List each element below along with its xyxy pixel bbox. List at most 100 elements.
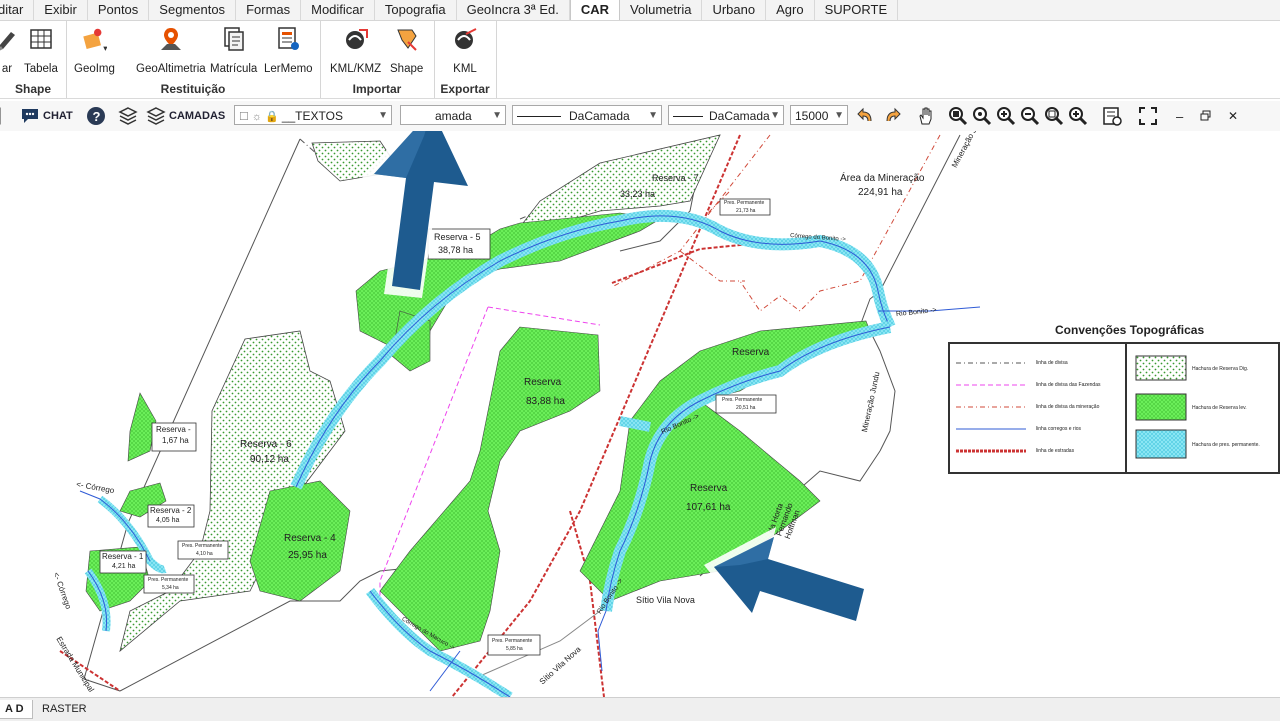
- pp-left1-ha: 4,10 ha: [196, 551, 213, 557]
- tabela-button[interactable]: Tabela: [24, 25, 58, 75]
- layer-icons: ☐ ☼ 🔒: [239, 111, 282, 123]
- memo-icon: [275, 25, 301, 53]
- reserve-right-top-label: Reserva: [732, 347, 770, 358]
- shape-export-label: ar: [1, 63, 13, 75]
- tab-editar[interactable]: ditar: [0, 0, 35, 20]
- layer-select[interactable]: ☐ ☼ 🔒 __TEXTOS ▼: [234, 105, 392, 125]
- tab-agro[interactable]: Agro: [766, 0, 815, 20]
- import-kml-button[interactable]: KML/KMZ: [330, 25, 381, 75]
- export-kml-label: KML: [453, 63, 477, 75]
- arrow-left-overlay: [704, 527, 874, 629]
- document-icon: [221, 25, 247, 53]
- color-value: amada: [435, 109, 472, 123]
- tab-raster[interactable]: RASTER: [34, 700, 95, 718]
- geoaltimetria-label: GeoAltimetria: [136, 63, 206, 75]
- tab-suporte[interactable]: SUPORTE: [815, 0, 899, 20]
- mining-line: [739, 134, 941, 312]
- shape-group-title: Shape: [14, 82, 51, 96]
- matricula-button[interactable]: Matrícula: [210, 25, 257, 75]
- legend-line-divisa: linha de divisa: [1036, 360, 1068, 366]
- reserve-4-ha: 25,95 ha: [288, 550, 327, 561]
- geoimg-button[interactable]: ▾ GeoImg: [74, 25, 115, 75]
- properties-icon[interactable]: [1102, 106, 1122, 126]
- color-select[interactable]: amada ▼: [400, 105, 506, 125]
- reserve-right-ha: 107,61 ha: [686, 502, 731, 513]
- zoom-realtime-icon[interactable]: [972, 106, 992, 126]
- legend-hatch-pp: Hachura de pres. permanente.: [1192, 442, 1260, 448]
- area-mineracao-ha: 224,91 ha: [858, 187, 903, 198]
- zoom-window-icon[interactable]: [948, 106, 968, 126]
- pp-right-label: Pres. Permanente: [722, 397, 763, 403]
- zoom-extents-icon[interactable]: [1044, 106, 1064, 126]
- chevron-down-icon: ▼: [648, 110, 658, 121]
- drawing-canvas[interactable]: Área da Mineração 224,91 ha Mineração Ju…: [0, 131, 1280, 697]
- legend-hatch-dig: Hachura de Reserva Dig.: [1192, 366, 1249, 372]
- mining-line: [679, 250, 745, 282]
- pp-top-label: Pres. Permanente: [724, 200, 765, 206]
- close-button[interactable]: ✕: [1228, 105, 1238, 127]
- layers-button[interactable]: [118, 105, 138, 127]
- legend-line-fazendas: linha de divisa das Fazendas: [1036, 382, 1101, 388]
- zoom-out-icon[interactable]: [1020, 106, 1040, 126]
- export-kml-button[interactable]: KML: [452, 25, 478, 75]
- import-shape-button[interactable]: Shape: [390, 25, 423, 75]
- tab-exibir[interactable]: Exibir: [34, 0, 88, 20]
- svg-text:?: ?: [93, 109, 101, 124]
- restituicao-group: ▾ GeoImg GeoAltimetria Matrícula LerMemo…: [66, 21, 321, 98]
- zoom-in-icon[interactable]: [996, 106, 1016, 126]
- area-mineracao-label: Área da Mineração: [840, 173, 925, 184]
- chevron-down-icon: ▼: [834, 110, 844, 121]
- layers-icon: [118, 107, 138, 125]
- lermemo-label: LerMemo: [264, 63, 313, 75]
- tab-geoincra[interactable]: GeoIncra 3ª Ed.: [457, 0, 570, 20]
- reserve-1-ha: 4,21 ha: [112, 563, 136, 570]
- toolbar-grip: [0, 105, 4, 127]
- fullscreen-icon[interactable]: [1138, 106, 1158, 126]
- restore-button[interactable]: [1200, 105, 1212, 127]
- zoom-previous-icon[interactable]: [1068, 106, 1088, 126]
- tab-formas[interactable]: Formas: [236, 0, 302, 20]
- tab-urbano[interactable]: Urbano: [702, 0, 767, 20]
- tab-topografia[interactable]: Topografia: [375, 0, 457, 20]
- kml-export-icon: [452, 25, 478, 53]
- pp-left1-label: Pres. Permanente: [182, 543, 223, 549]
- legend-hatch-lev: Hachura de Reserva lev.: [1192, 405, 1247, 411]
- tab-model[interactable]: A D: [0, 700, 33, 719]
- pan-hand-icon[interactable]: [916, 106, 936, 126]
- scale-select[interactable]: 15000 ▼: [790, 105, 848, 125]
- shape-export-button[interactable]: ar: [0, 25, 20, 75]
- help-button[interactable]: ?: [86, 105, 106, 127]
- camadas-button[interactable]: CAMADAS: [146, 105, 225, 127]
- menu-bar: ditar Exibir Pontos Segmentos Formas Mod…: [0, 0, 1280, 21]
- pp-left2-ha: 5,34 ha: [162, 585, 179, 591]
- minimize-button[interactable]: –: [1176, 105, 1183, 127]
- chevron-down-icon: ▼: [378, 110, 388, 121]
- linetype-value: DaCamada: [569, 109, 630, 123]
- legend-box: linha de divisa linha de divisa das Faze…: [948, 342, 1280, 474]
- lermemo-button[interactable]: LerMemo: [264, 25, 313, 75]
- chat-label: CHAT: [43, 110, 73, 122]
- reserve-right-label: Reserva: [690, 483, 728, 494]
- tab-segmentos[interactable]: Segmentos: [149, 0, 237, 20]
- reserve-center-area: [379, 326, 601, 652]
- undo-icon[interactable]: [856, 106, 876, 126]
- tab-car[interactable]: CAR: [569, 0, 621, 20]
- importar-group-title: Importar: [352, 82, 402, 96]
- tab-volumetria[interactable]: Volumetria: [620, 0, 703, 20]
- linetype-select[interactable]: DaCamada ▼: [512, 105, 662, 125]
- tab-modificar[interactable]: Modificar: [301, 0, 375, 20]
- reserve-center-label: Reserva: [524, 377, 562, 388]
- ribbon: ar Tabela Shape ▾ GeoImg GeoAltimetria: [0, 21, 1280, 99]
- lineweight-sample: [673, 116, 703, 118]
- lineweight-select[interactable]: DaCamada ▼: [668, 105, 784, 125]
- toolbar: CHAT ? CAMADAS ☐ ☼ 🔒 __TEXTOS ▼ amada ▼ …: [0, 101, 1280, 132]
- redo-icon[interactable]: [882, 106, 902, 126]
- chat-button[interactable]: CHAT: [20, 105, 73, 127]
- layer-value: __TEXTOS: [281, 109, 343, 123]
- scale-value: 15000: [795, 109, 829, 123]
- exportar-group: KML Exportar: [434, 21, 497, 98]
- tab-pontos[interactable]: Pontos: [88, 0, 150, 20]
- geoaltimetria-button[interactable]: GeoAltimetria: [136, 25, 206, 75]
- legend-title: Convenções Topográficas: [1055, 323, 1205, 337]
- geoimg-icon: ▾: [81, 25, 107, 53]
